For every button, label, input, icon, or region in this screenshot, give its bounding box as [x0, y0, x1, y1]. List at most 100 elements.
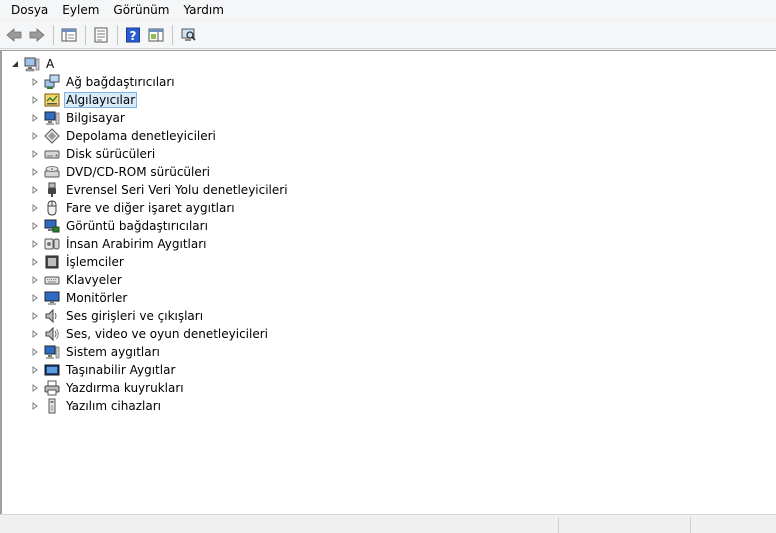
help-icon: ?: [126, 27, 140, 43]
expand-arrow-icon[interactable]: [30, 73, 40, 91]
expand-arrow-icon[interactable]: [30, 163, 40, 181]
tree-item-label: Ses, video ve oyun denetleyicileri: [66, 327, 269, 341]
speaker-icon: [44, 308, 60, 324]
network-adapter-icon: [44, 74, 60, 90]
action-pane-icon: [148, 28, 164, 41]
tree-item[interactable]: Monitörler: [30, 289, 129, 307]
display-adapter-icon: [44, 218, 60, 234]
tree-item[interactable]: İnsan Arabirim Aygıtları: [30, 235, 209, 253]
computer-icon: [44, 110, 60, 126]
tree-item[interactable]: Ses, video ve oyun denetleyicileri: [30, 325, 270, 343]
tree-item[interactable]: İşlemciler: [30, 253, 126, 271]
show-hide-console-tree-button[interactable]: [58, 24, 80, 46]
tree-item[interactable]: Depolama denetleyicileri: [30, 127, 218, 145]
status-panel: [558, 517, 559, 533]
tree-item-label: Ses girişleri ve çıkışları: [66, 309, 204, 323]
computer-icon: [24, 56, 40, 72]
back-arrow-icon: [6, 27, 22, 42]
expand-arrow-icon[interactable]: [30, 91, 40, 109]
processor-icon: [44, 254, 60, 270]
expand-arrow-icon[interactable]: [30, 109, 40, 127]
disk-drive-icon: [44, 146, 60, 162]
expand-arrow-icon[interactable]: [30, 145, 40, 163]
expand-arrow-icon[interactable]: [30, 127, 40, 145]
tree-item-label: Depolama denetleyicileri: [66, 129, 216, 143]
toolbar-separator: [85, 24, 86, 45]
tree-item-label: Yazdırma kuyrukları: [66, 381, 184, 395]
tree-item[interactable]: Bilgisayar: [30, 109, 127, 127]
toolbar-separator: [53, 24, 54, 45]
device-tree[interactable]: A Ağ bağdaştırıcıları Algılayıcılar Bilgis…: [0, 50, 776, 514]
tree-item[interactable]: Fare ve diğer işaret aygıtları: [30, 199, 237, 217]
toolbar-separator: [117, 24, 118, 45]
expand-arrow-icon[interactable]: [30, 253, 40, 271]
expand-arrow-icon[interactable]: [30, 271, 40, 289]
tree-item[interactable]: Ses girişleri ve çıkışları: [30, 307, 205, 325]
tree-item-label: Fare ve diğer işaret aygıtları: [66, 201, 235, 215]
tree-item-label: İşlemciler: [66, 255, 124, 269]
menu-action[interactable]: Eylem: [55, 0, 106, 20]
sound-controller-icon: [44, 326, 60, 342]
mouse-icon: [44, 200, 60, 216]
scan-hardware-icon: [181, 28, 196, 41]
tree-item-label: Disk sürücüleri: [66, 147, 156, 161]
expand-arrow-icon[interactable]: [30, 397, 40, 415]
tree-item[interactable]: Disk sürücüleri: [30, 145, 157, 163]
tree-item[interactable]: Görüntü bağdaştırıcıları: [30, 217, 210, 235]
sensor-icon: [44, 92, 60, 108]
hid-icon: [44, 236, 60, 252]
expand-arrow-icon[interactable]: [30, 325, 40, 343]
tree-item-label: Klavyeler: [66, 273, 122, 287]
forward-button[interactable]: [26, 24, 48, 46]
svg-text:?: ?: [130, 29, 137, 43]
expand-arrow-icon[interactable]: [30, 199, 40, 217]
toolbar-separator: [172, 24, 173, 45]
software-device-icon: [44, 398, 60, 414]
dvd-drive-icon: [44, 164, 60, 180]
expand-arrow-icon[interactable]: [30, 307, 40, 325]
keyboard-icon: [44, 272, 60, 288]
menu-view[interactable]: Görünüm: [106, 0, 176, 20]
tree-item-label: Görüntü bağdaştırıcıları: [66, 219, 208, 233]
tree-item-label: Monitörler: [66, 291, 128, 305]
tree-item[interactable]: Taşınabilir Aygıtlar: [30, 361, 177, 379]
tree-item[interactable]: Algılayıcılar: [30, 91, 138, 109]
properties-icon: [94, 27, 108, 42]
toolbar: ?: [0, 21, 776, 49]
menu-file[interactable]: Dosya: [4, 0, 55, 20]
tree-item-label: Algılayıcılar: [64, 92, 138, 108]
menu-bar: Dosya Eylem Görünüm Yardım: [0, 0, 776, 20]
tree-item[interactable]: Yazılım cihazları: [30, 397, 163, 415]
expand-arrow-icon[interactable]: [30, 343, 40, 361]
expand-arrow-icon[interactable]: [30, 217, 40, 235]
expand-arrow-icon[interactable]: [30, 181, 40, 199]
tree-item[interactable]: Sistem aygıtları: [30, 343, 162, 361]
status-bar: [0, 514, 776, 533]
menu-help[interactable]: Yardım: [176, 0, 230, 20]
tree-item[interactable]: Klavyeler: [30, 271, 124, 289]
help-button[interactable]: ?: [122, 24, 144, 46]
printer-icon: [44, 380, 60, 396]
expand-arrow-icon[interactable]: [30, 379, 40, 397]
expand-arrow-icon[interactable]: [30, 361, 40, 379]
tree-item[interactable]: Yazdırma kuyrukları: [30, 379, 186, 397]
scan-hardware-button[interactable]: [177, 24, 199, 46]
collapse-arrow-icon[interactable]: [10, 55, 20, 73]
back-button[interactable]: [3, 24, 25, 46]
tree-item[interactable]: Evrensel Seri Veri Yolu denetleyicileri: [30, 181, 290, 199]
tree-item-label: DVD/CD-ROM sürücüleri: [66, 165, 211, 179]
tree-item-label: Evrensel Seri Veri Yolu denetleyicileri: [66, 183, 288, 197]
tree-item[interactable]: DVD/CD-ROM sürücüleri: [30, 163, 212, 181]
tree-item[interactable]: Ağ bağdaştırıcıları: [30, 73, 177, 91]
tree-root[interactable]: A: [10, 55, 56, 73]
tree-item-label: Ağ bağdaştırıcıları: [66, 75, 175, 89]
tree-item-label: İnsan Arabirim Aygıtları: [66, 237, 207, 251]
storage-controller-icon: [44, 128, 60, 144]
show-hide-console-tree-icon: [61, 28, 77, 41]
expand-arrow-icon[interactable]: [30, 289, 40, 307]
expand-arrow-icon[interactable]: [30, 235, 40, 253]
properties-button[interactable]: [90, 24, 112, 46]
action-pane-button[interactable]: [145, 24, 167, 46]
usb-icon: [44, 182, 60, 198]
portable-device-icon: [44, 362, 60, 378]
